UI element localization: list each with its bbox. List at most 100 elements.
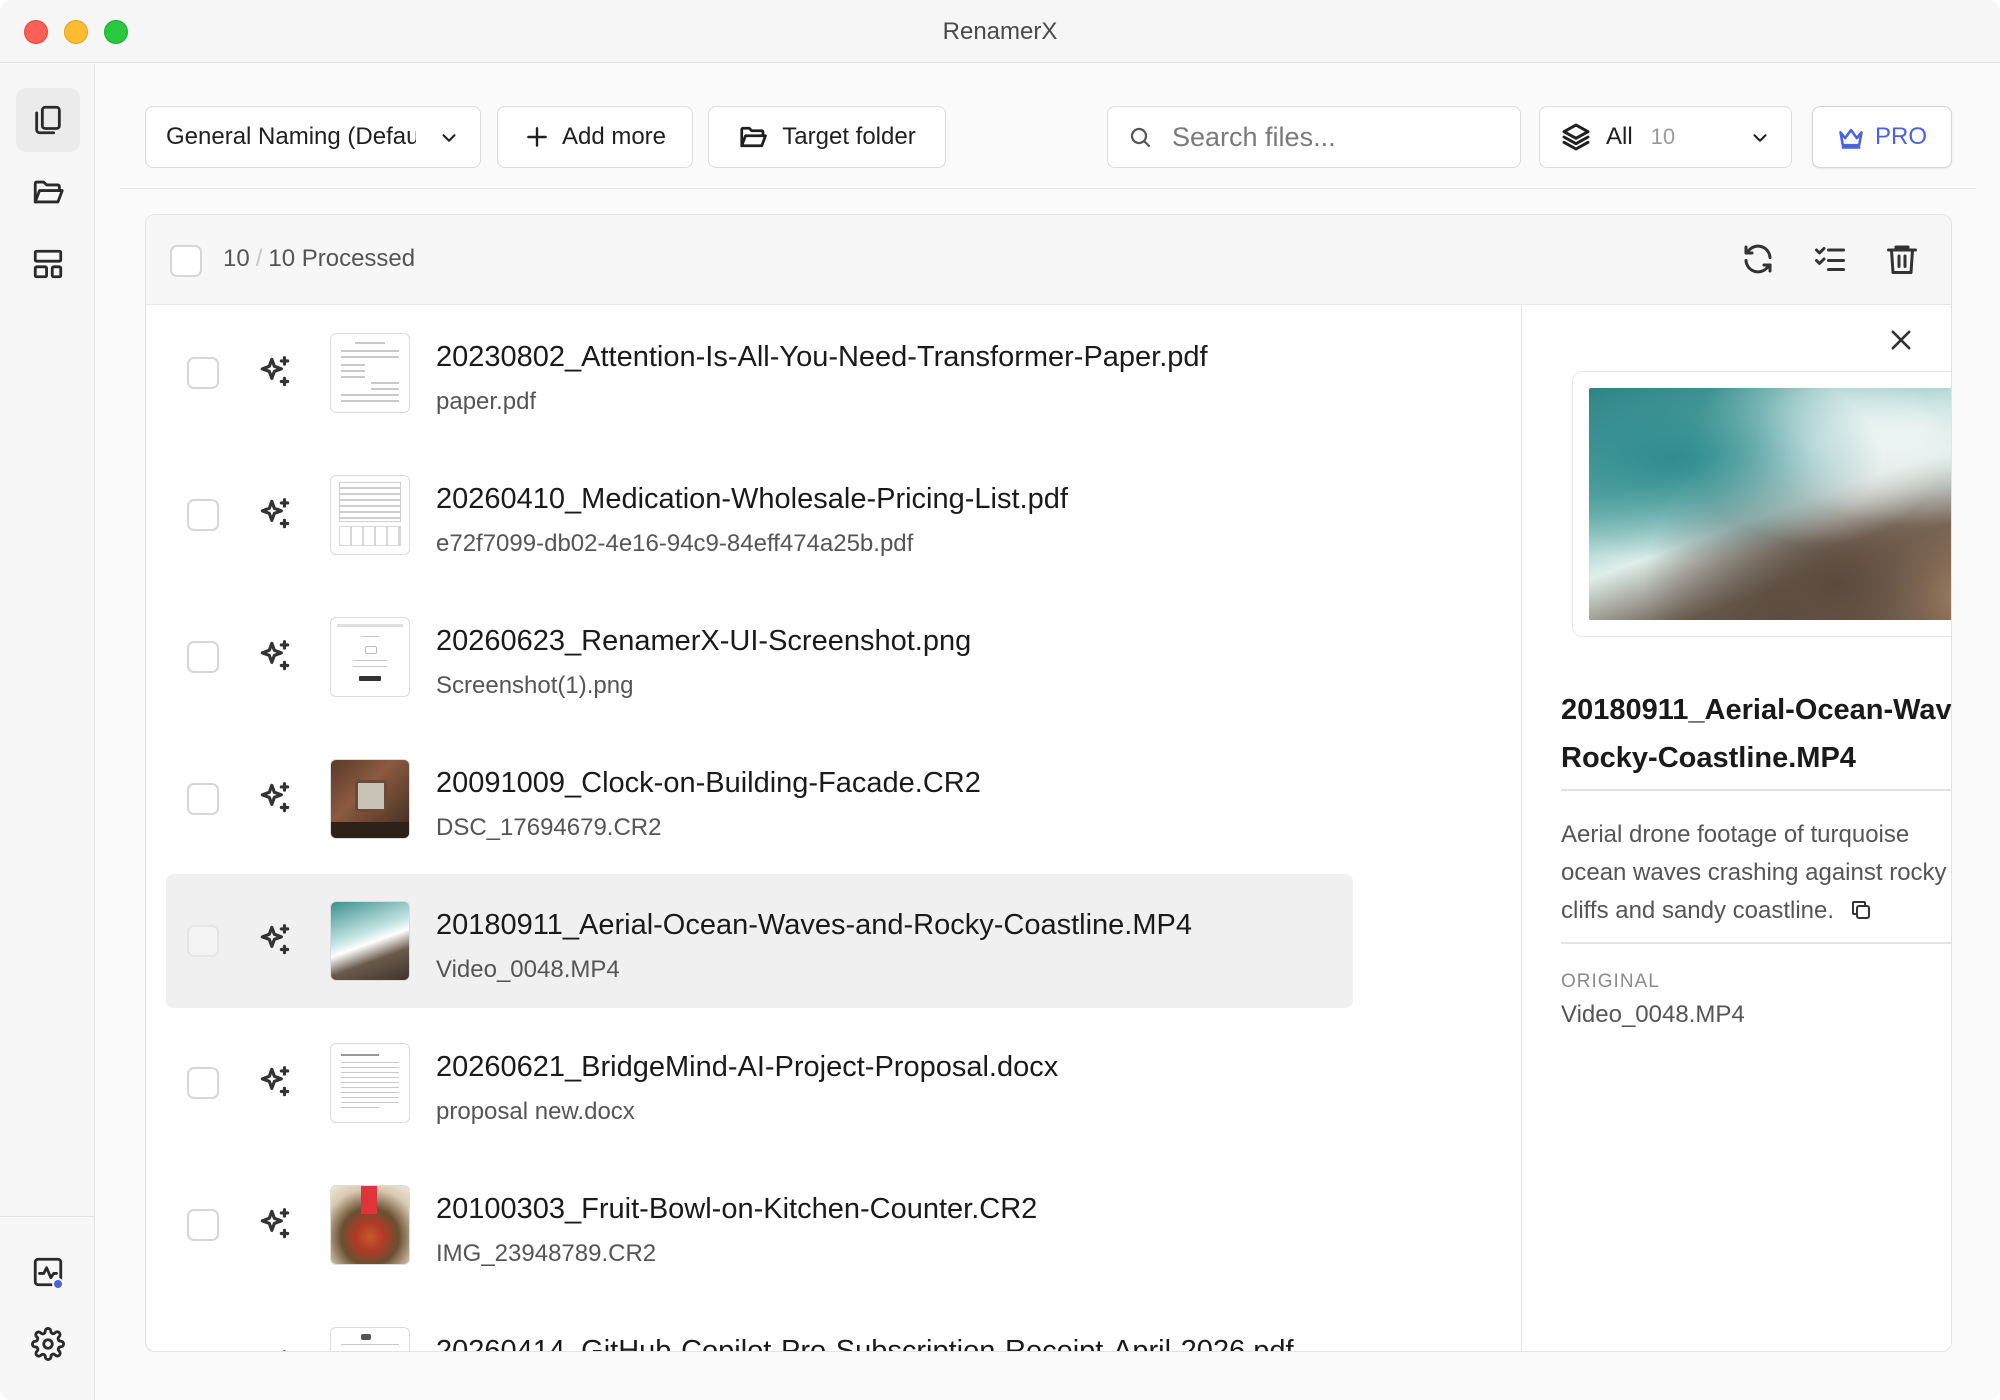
file-count: 10 bbox=[223, 245, 250, 272]
file-thumbnail bbox=[330, 1043, 410, 1123]
close-icon bbox=[1891, 330, 1911, 350]
main-area: General Naming (Default) Add more Target… bbox=[96, 64, 2000, 1400]
notification-dot bbox=[52, 1278, 64, 1290]
ai-rename-button[interactable] bbox=[256, 353, 294, 391]
filter-count: 10 bbox=[1650, 124, 1676, 149]
target-folder-button[interactable]: Target folder bbox=[708, 106, 946, 168]
file-row[interactable]: 20230802_Attention-Is-All-You-Need-Trans… bbox=[166, 306, 1353, 440]
checklist-icon bbox=[1815, 247, 1845, 271]
file-row[interactable]: 20260623_RenamerX-UI-Screenshot.png Scre… bbox=[166, 590, 1353, 724]
copy-icon bbox=[1851, 901, 1870, 919]
copy-description-button[interactable] bbox=[1849, 896, 1873, 920]
ai-rename-button[interactable] bbox=[256, 637, 294, 675]
add-more-label: Add more bbox=[561, 123, 667, 150]
original-file-name: IMG_23948789.CR2 bbox=[436, 1240, 657, 1267]
file-row[interactable]: 20091009_Clock-on-Building-Facade.CR2 DS… bbox=[166, 732, 1353, 866]
original-file-name: e72f7099-db02-4e16-94c9-84eff474a25b.pdf bbox=[436, 530, 914, 557]
filter-label: All bbox=[1606, 123, 1633, 150]
row-checkbox[interactable] bbox=[187, 925, 219, 957]
ai-rename-button[interactable] bbox=[256, 779, 294, 817]
file-thumbnail bbox=[330, 475, 410, 555]
pro-upgrade-button[interactable]: PRO bbox=[1812, 106, 1952, 168]
original-file-name: Video_0048.MP4 bbox=[436, 956, 620, 983]
new-file-name: 20260623_RenamerX-UI-Screenshot.png bbox=[436, 625, 972, 657]
sidebar-item-folders[interactable] bbox=[16, 160, 80, 224]
search-icon bbox=[1130, 127, 1151, 148]
file-thumbnail bbox=[330, 617, 410, 697]
delete-button[interactable] bbox=[1884, 241, 1920, 277]
toolbar-divider bbox=[120, 188, 1976, 189]
ai-rename-button[interactable] bbox=[256, 921, 294, 959]
new-file-name: 20260410_Medication-Wholesale-Pricing-Li… bbox=[436, 483, 1068, 515]
close-detail-button[interactable] bbox=[1887, 326, 1915, 354]
files-icon bbox=[35, 105, 61, 135]
new-file-name: 20260414_GitHub-Copilot-Pro-Subscription… bbox=[436, 1335, 1294, 1352]
file-row-selected[interactable]: 20180911_Aerial-Ocean-Waves-and-Rocky-Co… bbox=[166, 874, 1353, 1008]
sparkles-icon bbox=[283, 1350, 286, 1351]
sidebar-item-settings[interactable] bbox=[16, 1312, 80, 1376]
preview-frame bbox=[1572, 371, 1951, 637]
sparkles-icon bbox=[260, 782, 290, 813]
file-panel: 10/10 Processed 20230802_Attention-Is-Al… bbox=[145, 214, 1952, 1352]
select-all-checkbox[interactable] bbox=[170, 245, 202, 277]
file-row[interactable]: 20260410_Medication-Wholesale-Pricing-Li… bbox=[166, 448, 1353, 582]
add-more-button[interactable]: Add more bbox=[497, 106, 693, 168]
file-row[interactable]: 20260414_GitHub-Copilot-Pro-Subscription… bbox=[166, 1300, 1353, 1352]
sparkles-icon bbox=[260, 356, 290, 387]
original-file-name: Screenshot(1).png bbox=[436, 672, 634, 699]
new-file-name: 20091009_Clock-on-Building-Facade.CR2 bbox=[436, 767, 981, 799]
new-file-name: 20100303_Fruit-Bowl-on-Kitchen-Counter.C… bbox=[436, 1193, 1038, 1225]
file-row[interactable]: 20100303_Fruit-Bowl-on-Kitchen-Counter.C… bbox=[166, 1158, 1353, 1292]
layers-icon bbox=[1562, 123, 1590, 151]
detail-description-block: Aerial drone footage of turquoise ocean … bbox=[1561, 816, 1951, 930]
select-mode-button[interactable] bbox=[1812, 241, 1848, 277]
ai-rename-button[interactable] bbox=[256, 1063, 294, 1101]
file-thumbnail bbox=[330, 333, 410, 413]
sidebar-item-activity[interactable] bbox=[16, 1240, 80, 1304]
detail-pane: 20180911_Aerial-Ocean-Waves-and-Rocky-Co… bbox=[1521, 306, 1952, 1351]
row-checkbox[interactable] bbox=[187, 1351, 219, 1352]
processed-label: 10 Processed bbox=[268, 245, 416, 272]
row-checkbox[interactable] bbox=[187, 783, 219, 815]
new-file-name: 20180911_Aerial-Ocean-Waves-and-Rocky-Co… bbox=[436, 909, 1192, 941]
processed-count: 10/10 Processed bbox=[223, 245, 415, 273]
row-checkbox[interactable] bbox=[187, 1209, 219, 1241]
gear-icon bbox=[31, 1327, 65, 1361]
search-input[interactable] bbox=[1172, 121, 1492, 153]
row-checkbox[interactable] bbox=[187, 1067, 219, 1099]
filter-select[interactable]: All 10 bbox=[1539, 106, 1792, 168]
naming-template-select[interactable]: General Naming (Default) bbox=[145, 106, 481, 168]
chevron-down-icon bbox=[1753, 134, 1767, 142]
sparkles-icon bbox=[260, 640, 290, 671]
detail-divider bbox=[1561, 789, 1951, 791]
sparkles-icon bbox=[260, 1208, 290, 1239]
file-thumbnail bbox=[330, 1327, 410, 1351]
sidebar-item-files[interactable] bbox=[16, 88, 80, 152]
search-field[interactable] bbox=[1107, 106, 1521, 168]
detail-description: Aerial drone footage of turquoise ocean … bbox=[1561, 821, 1947, 924]
sidebar bbox=[0, 64, 95, 1400]
refresh-button[interactable] bbox=[1740, 241, 1776, 277]
count-separator: / bbox=[255, 245, 263, 272]
row-checkbox[interactable] bbox=[187, 641, 219, 673]
row-checkbox[interactable] bbox=[187, 499, 219, 531]
folder-open-icon bbox=[740, 126, 768, 148]
original-file-name: DSC_17694679.CR2 bbox=[436, 814, 662, 841]
sidebar-item-templates[interactable] bbox=[16, 232, 80, 296]
ai-rename-button[interactable] bbox=[256, 495, 294, 533]
row-checkbox[interactable] bbox=[187, 357, 219, 389]
file-row[interactable]: 20260621_BridgeMind-AI-Project-Proposal.… bbox=[166, 1016, 1353, 1150]
ai-rename-button[interactable] bbox=[256, 1205, 294, 1243]
new-file-name: 20230802_Attention-Is-All-You-Need-Trans… bbox=[436, 341, 1208, 373]
sidebar-divider bbox=[0, 1216, 95, 1217]
folder-open-icon bbox=[33, 180, 64, 204]
file-thumbnail bbox=[330, 759, 410, 839]
original-file-name: proposal new.docx bbox=[436, 1098, 635, 1125]
window-title: RenamerX bbox=[942, 18, 1058, 45]
ai-rename-button[interactable] bbox=[256, 1347, 294, 1351]
toolbar: General Naming (Default) Add more Target… bbox=[96, 64, 2000, 190]
naming-template-value: General Naming (Default) bbox=[166, 123, 416, 150]
detail-file-name: 20180911_Aerial-Ocean-Waves-and-Rocky-Co… bbox=[1561, 694, 1952, 774]
trash-icon bbox=[1887, 245, 1917, 274]
app-window: RenamerX General Naming (Default) Add mo… bbox=[0, 0, 2000, 1400]
